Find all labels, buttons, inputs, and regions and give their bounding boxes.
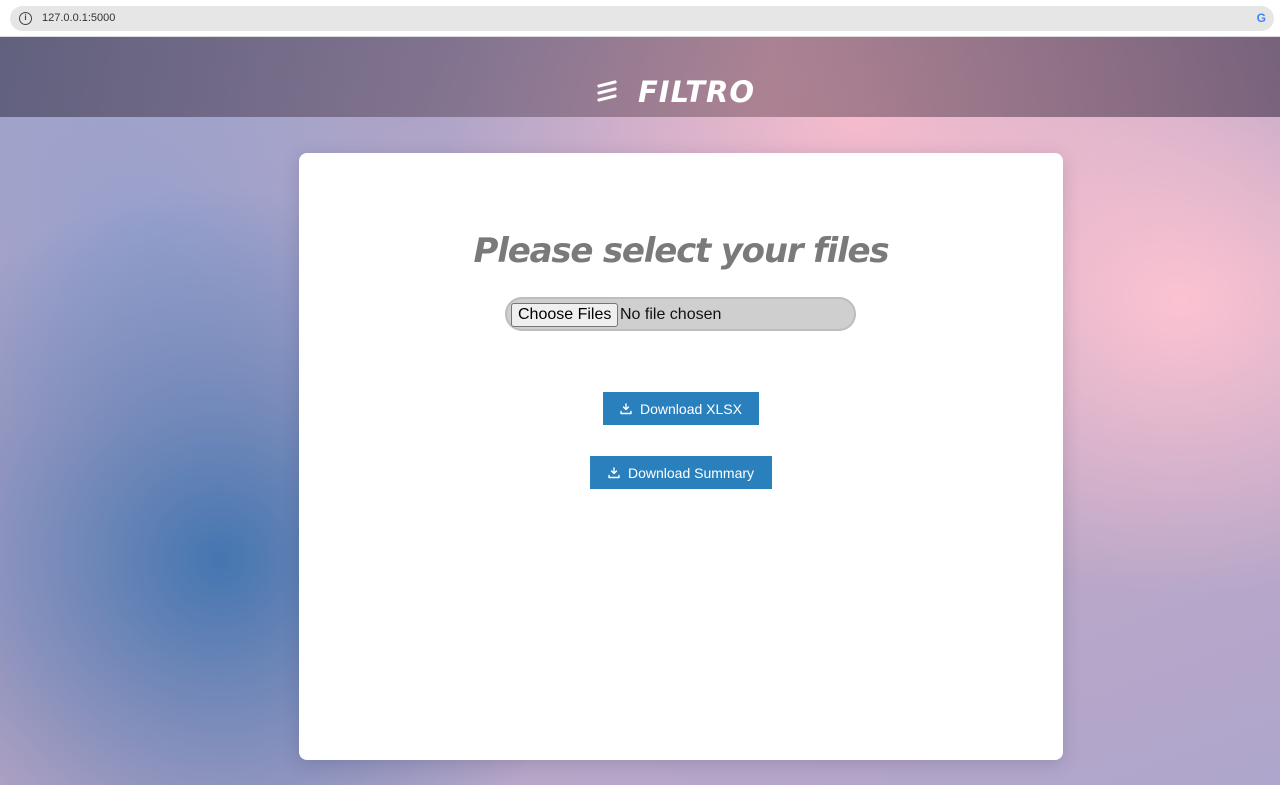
app-header: FILTRO — [0, 37, 1280, 117]
site-info-icon[interactable]: i — [19, 12, 32, 25]
browser-toolbar: i 127.0.0.1:5000 G — [0, 0, 1280, 37]
google-icon[interactable]: G — [1257, 11, 1266, 26]
download-icon — [608, 466, 620, 478]
file-status-text: No file chosen — [620, 306, 722, 323]
url-text[interactable]: 127.0.0.1:5000 — [42, 11, 115, 26]
filtro-logo-icon — [597, 80, 617, 102]
upload-card: Please select your files Choose Files No… — [299, 153, 1063, 760]
download-summary-button[interactable]: Download Summary — [590, 456, 772, 489]
page-title: Please select your files — [473, 231, 890, 271]
choose-files-button[interactable]: Choose Files — [511, 303, 619, 327]
address-bar[interactable]: i 127.0.0.1:5000 G — [10, 6, 1274, 31]
download-icon — [620, 402, 632, 414]
download-xlsx-button[interactable]: Download XLSX — [603, 392, 759, 425]
file-input[interactable]: Choose Files No file chosen — [505, 297, 856, 331]
download-summary-label: Download Summary — [627, 464, 755, 481]
download-xlsx-label: Download XLSX — [640, 400, 742, 417]
brand[interactable]: FILTRO — [596, 75, 755, 109]
brand-name: FILTRO — [638, 75, 756, 109]
